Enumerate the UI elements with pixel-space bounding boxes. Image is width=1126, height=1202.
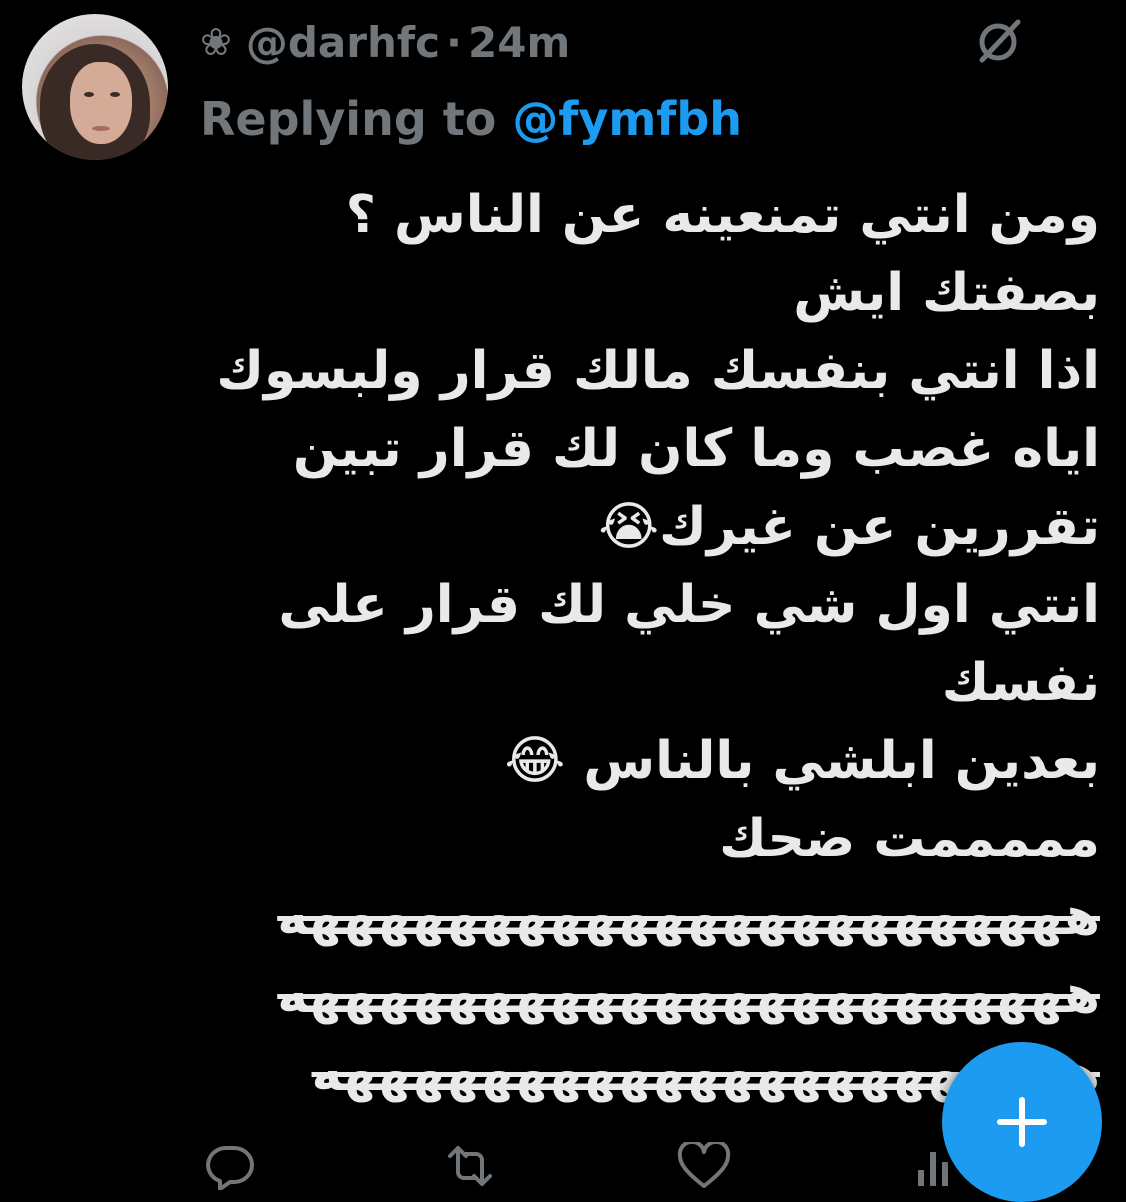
grok-slash-icon[interactable] xyxy=(970,16,1030,66)
flower-icon: ❀ xyxy=(200,20,232,64)
compose-button[interactable] xyxy=(942,1042,1102,1202)
tweet-line: انتي اول شي خلي لك قرار على xyxy=(278,575,1100,635)
avatar[interactable] xyxy=(22,14,168,160)
tweet-line: اياه غصب وما كان لك قرار تبين xyxy=(292,419,1100,479)
avatar-eye xyxy=(110,92,120,97)
compose-plus-icon xyxy=(997,1097,1047,1147)
timestamp[interactable]: 24m xyxy=(468,18,570,67)
tweet-line-laugh: هههههههههههههههههههههههه xyxy=(277,887,1100,947)
replying-handle-link[interactable]: @fymfbh xyxy=(512,92,742,146)
user-handle[interactable]: @darhfc xyxy=(246,18,440,67)
separator-dot: · xyxy=(446,17,463,67)
replying-prefix: Replying to xyxy=(200,92,513,146)
avatar-eye xyxy=(84,92,94,97)
avatar-mouth xyxy=(92,126,110,131)
like-icon[interactable] xyxy=(676,1142,732,1190)
avatar-face xyxy=(70,62,132,144)
retweet-icon[interactable] xyxy=(442,1142,498,1190)
tweet-line: مممممت ضحك xyxy=(719,809,1100,869)
tweet-line-laugh: هههههههههههههههههههههههه xyxy=(277,965,1100,1025)
tweet-text: ومن انتي تمنعينه عن الناس ؟ بصفتك ايش اذ… xyxy=(200,176,1100,1112)
tweet-line: بصفتك ايش xyxy=(793,263,1100,323)
tweet-line: ومن انتي تمنعينه عن الناس ؟ xyxy=(345,185,1100,245)
tweet-header: ❀ @darhfc · 24m xyxy=(200,12,570,72)
tweet-line: تقررين عن غيرك😭 xyxy=(598,497,1100,557)
tweet-line: بعدين ابلشي بالناس 😂 xyxy=(504,731,1101,791)
replying-to: Replying to @fymfbh xyxy=(200,92,742,146)
tweet-line: نفسك xyxy=(941,653,1100,713)
reply-icon[interactable] xyxy=(202,1142,258,1190)
tweet-line: اذا انتي بنفسك مالك قرار ولبسوك xyxy=(216,341,1100,401)
